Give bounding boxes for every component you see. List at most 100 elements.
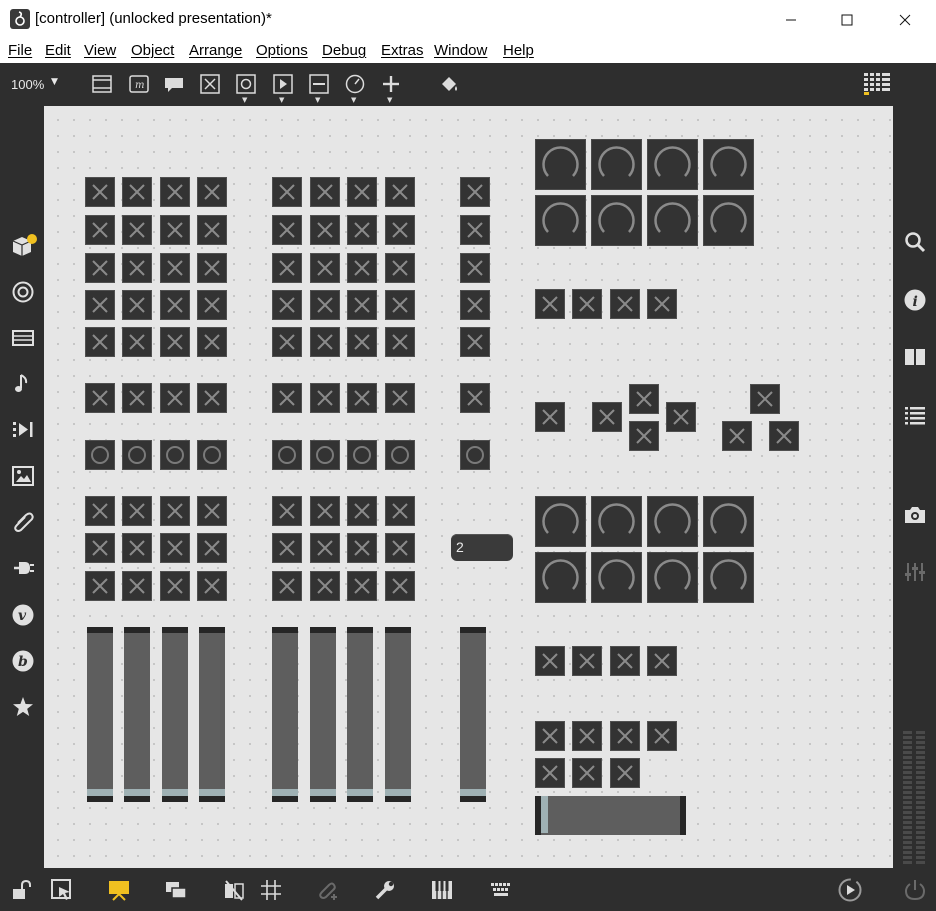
- toggle-cell[interactable]: [610, 721, 640, 751]
- toggle-cell[interactable]: [310, 215, 340, 245]
- list-icon[interactable]: [903, 403, 927, 427]
- toggle-cell[interactable]: [385, 215, 415, 245]
- dial[interactable]: [535, 552, 586, 603]
- hide-icon[interactable]: [222, 878, 246, 902]
- button-cell[interactable]: [197, 440, 227, 470]
- toggle-cell[interactable]: [629, 384, 659, 414]
- toggle-cell[interactable]: [160, 290, 190, 320]
- button-cell[interactable]: [385, 440, 415, 470]
- toggle-cell[interactable]: [610, 646, 640, 676]
- toggle-cell[interactable]: [610, 289, 640, 319]
- b-badge-icon[interactable]: b: [11, 649, 35, 673]
- toggle-cell[interactable]: [310, 327, 340, 357]
- toggle-cell[interactable]: [347, 253, 377, 283]
- button-icon[interactable]: [235, 73, 257, 95]
- toggle-cell[interactable]: [610, 758, 640, 788]
- toggle-cell[interactable]: [197, 215, 227, 245]
- toggle-cell[interactable]: [85, 215, 115, 245]
- toggle-cell[interactable]: [122, 496, 152, 526]
- toggle-cell[interactable]: [197, 290, 227, 320]
- toggle-cell[interactable]: [272, 215, 302, 245]
- toggle-cell[interactable]: [535, 646, 565, 676]
- toggle-cell[interactable]: [666, 402, 696, 432]
- dial-caret-icon[interactable]: ▼: [351, 96, 356, 104]
- attach-icon[interactable]: [316, 878, 340, 902]
- toggle-cell[interactable]: [347, 496, 377, 526]
- toggle-cell[interactable]: [460, 290, 490, 320]
- plus-caret-icon[interactable]: ▼: [387, 96, 392, 104]
- toggle-cell[interactable]: [535, 721, 565, 751]
- toggle-cell[interactable]: [160, 177, 190, 207]
- toggle-cell[interactable]: [647, 721, 677, 751]
- grid-icon[interactable]: [259, 878, 283, 902]
- toggle-cell[interactable]: [197, 571, 227, 601]
- toggle-cell[interactable]: [85, 533, 115, 563]
- toggle-cell[interactable]: [347, 215, 377, 245]
- vertical-slider[interactable]: [199, 627, 225, 802]
- close-button[interactable]: [876, 0, 934, 38]
- toggle-cell[interactable]: [647, 646, 677, 676]
- image-icon[interactable]: [11, 464, 35, 488]
- toggle-cell[interactable]: [347, 327, 377, 357]
- v-badge-icon[interactable]: v: [11, 603, 35, 627]
- toggle-cell[interactable]: [592, 402, 622, 432]
- button-cell[interactable]: [272, 440, 302, 470]
- menu-object[interactable]: Object: [131, 42, 174, 59]
- layers-icon[interactable]: [164, 878, 188, 902]
- search-icon[interactable]: [903, 230, 927, 254]
- playbar-caret-icon[interactable]: ▼: [279, 96, 284, 104]
- toggle-cell[interactable]: [310, 253, 340, 283]
- toggle-cell[interactable]: [460, 215, 490, 245]
- mixer-icon[interactable]: [903, 560, 927, 584]
- message-icon[interactable]: m: [128, 73, 150, 95]
- dial[interactable]: [535, 195, 586, 246]
- menu-options[interactable]: Options: [256, 42, 308, 59]
- toggle-cell[interactable]: [272, 533, 302, 563]
- slider-thumb[interactable]: [541, 796, 548, 833]
- toggle-cell[interactable]: [647, 289, 677, 319]
- lock-icon[interactable]: [10, 878, 34, 902]
- vertical-slider[interactable]: [460, 627, 486, 802]
- toggle-cell[interactable]: [572, 758, 602, 788]
- toggle-cell[interactable]: [535, 758, 565, 788]
- playbar-icon[interactable]: [272, 73, 294, 95]
- slider-thumb[interactable]: [310, 789, 336, 796]
- vertical-slider[interactable]: [385, 627, 411, 802]
- dial[interactable]: [647, 195, 698, 246]
- toggle-cell[interactable]: [272, 571, 302, 601]
- button-cell[interactable]: [122, 440, 152, 470]
- slider-caret-icon[interactable]: ▼: [315, 96, 320, 104]
- dial[interactable]: [535, 139, 586, 190]
- toggle-cell[interactable]: [160, 253, 190, 283]
- star-icon[interactable]: [11, 695, 35, 719]
- book-icon[interactable]: [903, 345, 927, 369]
- slider-thumb[interactable]: [199, 789, 225, 796]
- slider-thumb[interactable]: [347, 789, 373, 796]
- target-icon[interactable]: [11, 280, 35, 304]
- toggle-cell[interactable]: [122, 177, 152, 207]
- presentation-mode-icon[interactable]: [107, 878, 131, 902]
- dial-icon[interactable]: [344, 73, 366, 95]
- toggle-cell[interactable]: [122, 290, 152, 320]
- toggle-cell[interactable]: [85, 253, 115, 283]
- toggle-cell[interactable]: [85, 327, 115, 357]
- slider-thumb[interactable]: [162, 789, 188, 796]
- plug-icon[interactable]: [11, 556, 35, 580]
- toggle-cell[interactable]: [160, 327, 190, 357]
- menu-arrange[interactable]: Arrange: [189, 42, 242, 59]
- toggle-cell[interactable]: [272, 253, 302, 283]
- menu-view[interactable]: View: [84, 42, 116, 59]
- toggle-cell[interactable]: [572, 289, 602, 319]
- toggle-cell[interactable]: [460, 383, 490, 413]
- toggle-cell[interactable]: [197, 383, 227, 413]
- comment-icon[interactable]: [163, 73, 185, 95]
- toggle-cell[interactable]: [310, 533, 340, 563]
- button-cell[interactable]: [160, 440, 190, 470]
- button-cell[interactable]: [310, 440, 340, 470]
- slider-thumb[interactable]: [385, 789, 411, 796]
- dial[interactable]: [591, 496, 642, 547]
- toggle-cell[interactable]: [385, 533, 415, 563]
- package-icon[interactable]: [10, 233, 37, 257]
- toggle-cell[interactable]: [385, 383, 415, 413]
- toggle-cell[interactable]: [347, 571, 377, 601]
